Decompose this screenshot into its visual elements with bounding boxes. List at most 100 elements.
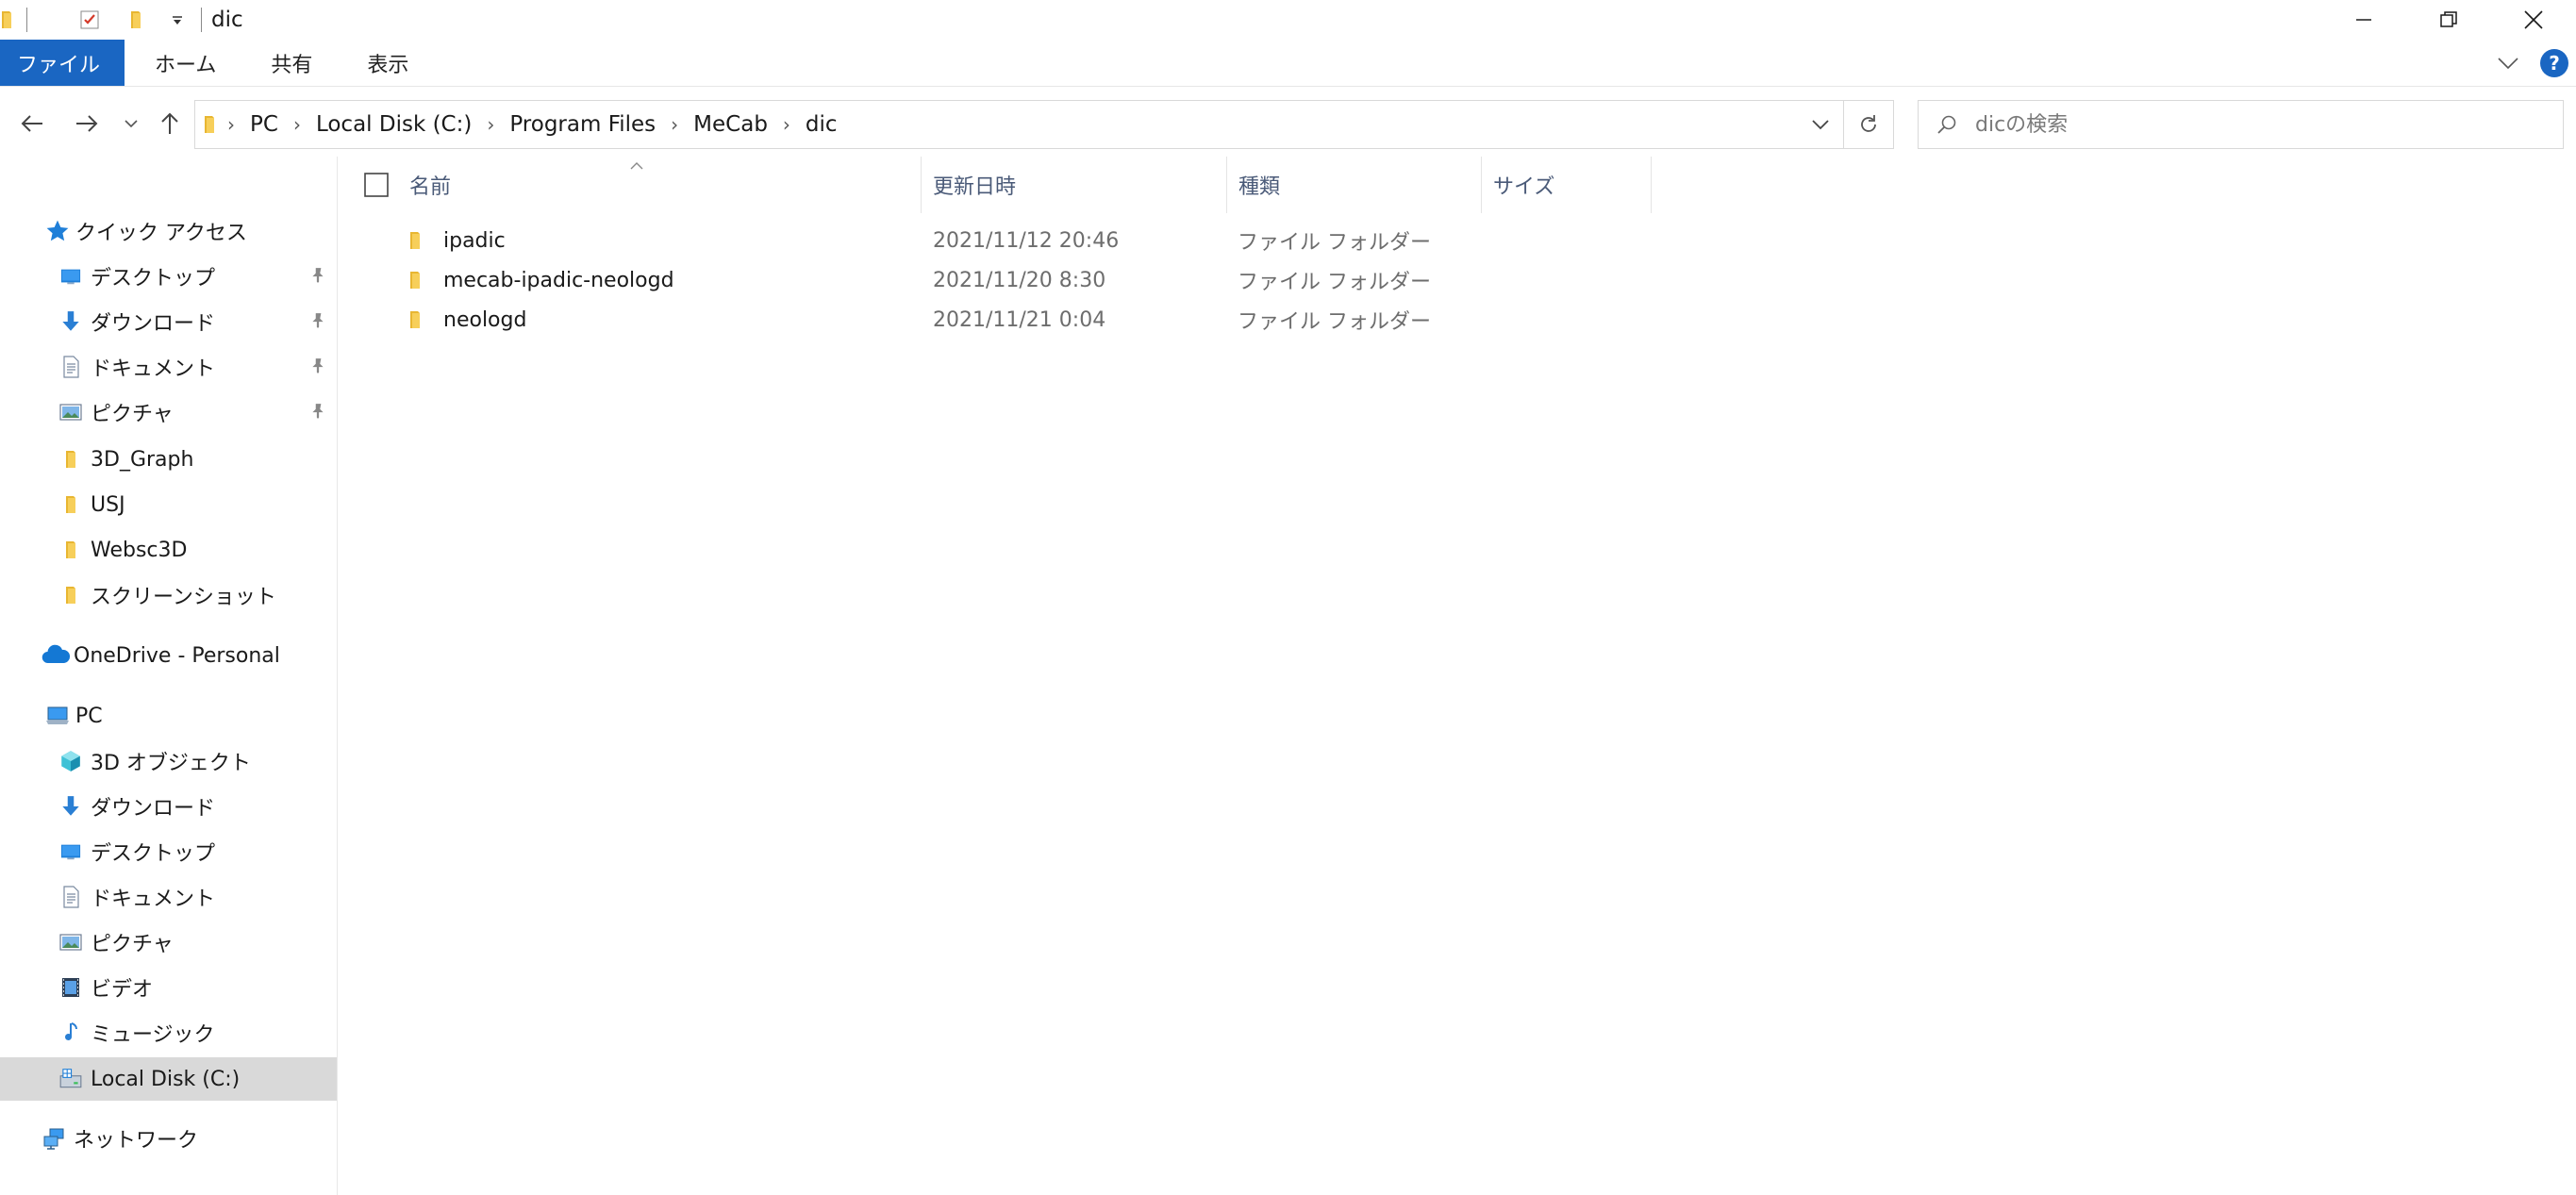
chevron-right-icon[interactable]: ›	[216, 113, 246, 136]
nav-label: ダウンロード	[91, 797, 216, 821]
breadcrumb-pc[interactable]: PC	[246, 112, 282, 137]
chevron-down-icon	[125, 120, 138, 128]
nav-pc-3d-objects[interactable]: 3D オブジェクト	[0, 739, 337, 783]
nav-label: クイック アクセス	[75, 222, 247, 245]
folder-icon	[0, 0, 13, 40]
customize-dropdown-icon[interactable]	[171, 0, 184, 40]
file-list: 名前 更新日時 種類 サイズ ipadic 2021/11/12 20:46 フ…	[351, 157, 2576, 1195]
address-history-dropdown[interactable]	[1797, 101, 1844, 148]
nav-label: ドキュメント	[91, 357, 216, 381]
search-icon	[1919, 114, 1975, 135]
minimize-button[interactable]	[2321, 0, 2406, 40]
refresh-button[interactable]	[1844, 101, 1893, 148]
nav-label: ミュージック	[91, 1023, 215, 1047]
restore-button[interactable]	[2406, 0, 2491, 40]
chevron-right-icon[interactable]: ›	[772, 113, 802, 136]
pin-icon[interactable]	[309, 312, 326, 329]
video-icon	[55, 975, 87, 1000]
breadcrumb-dic[interactable]: dic	[802, 112, 841, 137]
help-button[interactable]: ?	[2540, 49, 2568, 77]
nav-network[interactable]: ネットワーク	[0, 1117, 337, 1160]
column-header-name[interactable]: 名前	[409, 157, 451, 213]
ribbon-tabs: ファイル ホーム 共有 表示 ?	[0, 40, 2576, 87]
recent-locations-button[interactable]	[115, 94, 147, 153]
nav-pc-pictures[interactable]: ピクチャ	[0, 921, 337, 964]
pin-icon[interactable]	[309, 403, 326, 420]
nav-pc-local-disk[interactable]: Local Disk (C:)	[0, 1057, 337, 1101]
properties-icon[interactable]	[78, 0, 101, 40]
file-row[interactable]: neologd 2021/11/21 0:04 ファイル フォルダー	[351, 300, 1766, 340]
nav-onedrive[interactable]: OneDrive - Personal	[0, 634, 337, 677]
file-name: ipadic	[443, 228, 506, 253]
breadcrumb-local-disk[interactable]: Local Disk (C:)	[312, 112, 475, 137]
nav-label: デスクトップ	[91, 267, 216, 290]
tab-share[interactable]: 共有	[239, 40, 335, 86]
nav-label: Websc3D	[91, 538, 188, 562]
document-icon	[55, 355, 87, 379]
desktop-icon	[55, 841, 87, 862]
search-box[interactable]	[1918, 100, 2564, 149]
nav-quick-websc3d[interactable]: Websc3D	[0, 528, 337, 572]
address-bar[interactable]: › PC › Local Disk (C:) › Program Files ›…	[194, 100, 1894, 149]
nav-pc-videos[interactable]: ビデオ	[0, 966, 337, 1009]
select-all-checkbox[interactable]	[364, 157, 389, 213]
nav-quick-usj[interactable]: USJ	[0, 483, 337, 526]
nav-quick-3d-graph[interactable]: 3D_Graph	[0, 438, 337, 481]
nav-pc-documents[interactable]: ドキュメント	[0, 875, 337, 919]
column-divider[interactable]	[1481, 157, 1482, 213]
pin-icon[interactable]	[309, 267, 326, 284]
forward-button[interactable]	[68, 94, 106, 153]
nav-label: USJ	[91, 492, 125, 517]
close-icon	[2524, 10, 2543, 29]
nav-quick-pictures[interactable]: ピクチャ	[0, 390, 337, 434]
search-input[interactable]	[1975, 112, 2541, 137]
nav-quick-desktop[interactable]: デスクトップ	[0, 255, 337, 298]
chevron-right-icon[interactable]: ›	[659, 113, 690, 136]
column-header-date[interactable]: 更新日時	[933, 157, 1016, 213]
chevron-right-icon[interactable]: ›	[282, 113, 312, 136]
expand-ribbon-button[interactable]	[2497, 56, 2519, 71]
refresh-icon	[1861, 115, 1876, 132]
folder-icon	[408, 260, 422, 300]
pictures-icon	[55, 401, 87, 423]
restore-icon	[2440, 11, 2457, 27]
nav-pc-music[interactable]: ミュージック	[0, 1011, 337, 1054]
nav-pc-desktop[interactable]: デスクトップ	[0, 830, 337, 873]
back-button[interactable]	[13, 94, 51, 153]
file-row[interactable]: mecab-ipadic-neologd 2021/11/20 8:30 ファイ…	[351, 260, 1766, 300]
folder-icon	[55, 493, 87, 516]
column-header-size[interactable]: サイズ	[1493, 157, 1554, 213]
nav-label: Local Disk (C:)	[91, 1067, 241, 1091]
chevron-down-icon	[2498, 58, 2518, 70]
nav-pc[interactable]: PC	[0, 694, 337, 738]
new-folder-icon[interactable]	[129, 0, 142, 40]
breadcrumb: › PC › Local Disk (C:) › Program Files ›…	[195, 101, 1797, 148]
chevron-right-icon[interactable]: ›	[475, 113, 506, 136]
column-divider[interactable]	[921, 157, 922, 213]
tab-view[interactable]: 表示	[335, 40, 431, 86]
column-header-type[interactable]: 種類	[1238, 157, 1280, 213]
pin-icon[interactable]	[309, 357, 326, 374]
tab-file[interactable]: ファイル	[0, 40, 125, 86]
nav-quick-screenshots[interactable]: スクリーンショット	[0, 573, 337, 617]
breadcrumb-mecab[interactable]: MeCab	[690, 112, 772, 137]
quick-access-toolbar: dic	[0, 0, 243, 40]
toolbar-separator	[201, 8, 202, 32]
desktop-icon	[55, 266, 87, 287]
nav-quick-downloads[interactable]: ダウンロード	[0, 300, 337, 343]
column-divider[interactable]	[1226, 157, 1227, 213]
tab-home[interactable]: ホーム	[125, 40, 239, 86]
nav-quick-access[interactable]: クイック アクセス	[0, 209, 337, 253]
breadcrumb-program-files[interactable]: Program Files	[506, 112, 659, 137]
close-button[interactable]	[2491, 0, 2576, 40]
download-icon	[55, 309, 87, 334]
nav-label: デスクトップ	[91, 842, 216, 866]
sort-ascending-icon	[629, 157, 644, 174]
up-button[interactable]	[151, 94, 189, 153]
nav-quick-documents[interactable]: ドキュメント	[0, 345, 337, 389]
column-divider[interactable]	[1651, 157, 1652, 213]
arrow-left-icon	[21, 115, 42, 132]
folder-icon	[55, 539, 87, 561]
file-row[interactable]: ipadic 2021/11/12 20:46 ファイル フォルダー	[351, 221, 1766, 260]
nav-pc-downloads[interactable]: ダウンロード	[0, 785, 337, 828]
